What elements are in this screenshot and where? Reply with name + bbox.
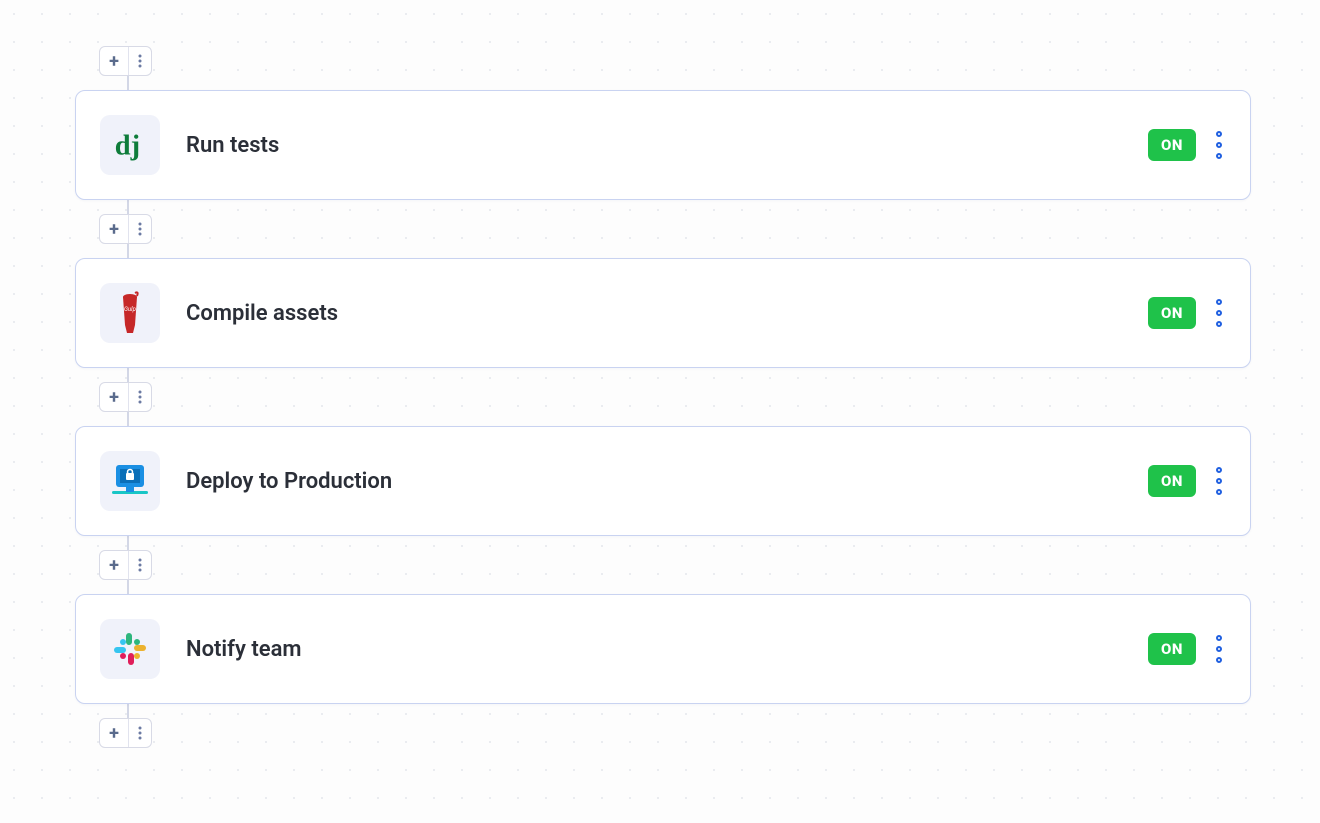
- more-options-icon[interactable]: [129, 383, 151, 411]
- pipeline-step[interactable]: Notify team ON: [75, 594, 1251, 704]
- drag-handle-icon[interactable]: [1216, 131, 1222, 159]
- step-title: Notify team: [186, 637, 1148, 662]
- more-options-icon[interactable]: [129, 551, 151, 579]
- add-step-button[interactable]: +: [99, 382, 152, 412]
- status-toggle[interactable]: ON: [1148, 297, 1196, 329]
- pipeline-step[interactable]: Deploy to Production ON: [75, 426, 1251, 536]
- deploy-icon: [100, 451, 160, 511]
- plus-icon: +: [100, 215, 128, 243]
- pipeline-step[interactable]: dj Run tests ON: [75, 90, 1251, 200]
- drag-handle-icon[interactable]: [1216, 467, 1222, 495]
- add-step-button[interactable]: +: [99, 46, 152, 76]
- plus-icon: +: [100, 719, 128, 747]
- gulp-icon: Gulp: [100, 283, 160, 343]
- plus-icon: +: [100, 551, 128, 579]
- plus-icon: +: [100, 47, 128, 75]
- status-toggle[interactable]: ON: [1148, 129, 1196, 161]
- more-options-icon[interactable]: [129, 215, 151, 243]
- pipeline-step[interactable]: Gulp Compile assets ON: [75, 258, 1251, 368]
- step-title: Deploy to Production: [186, 469, 1148, 494]
- step-title: Run tests: [186, 133, 1148, 158]
- drag-handle-icon[interactable]: [1216, 299, 1222, 327]
- slack-icon: [100, 619, 160, 679]
- django-icon: dj: [100, 115, 160, 175]
- add-step-button[interactable]: +: [99, 214, 152, 244]
- drag-handle-icon[interactable]: [1216, 635, 1222, 663]
- plus-icon: +: [100, 383, 128, 411]
- status-toggle[interactable]: ON: [1148, 465, 1196, 497]
- svg-text:Gulp: Gulp: [124, 306, 136, 313]
- step-title: Compile assets: [186, 301, 1148, 326]
- status-toggle[interactable]: ON: [1148, 633, 1196, 665]
- add-step-button[interactable]: +: [99, 718, 152, 748]
- pipeline-canvas: + dj Run tests ON +: [75, 46, 1251, 748]
- more-options-icon[interactable]: [129, 719, 151, 747]
- more-options-icon[interactable]: [129, 47, 151, 75]
- add-step-button[interactable]: +: [99, 550, 152, 580]
- svg-text:dj: dj: [115, 131, 140, 162]
